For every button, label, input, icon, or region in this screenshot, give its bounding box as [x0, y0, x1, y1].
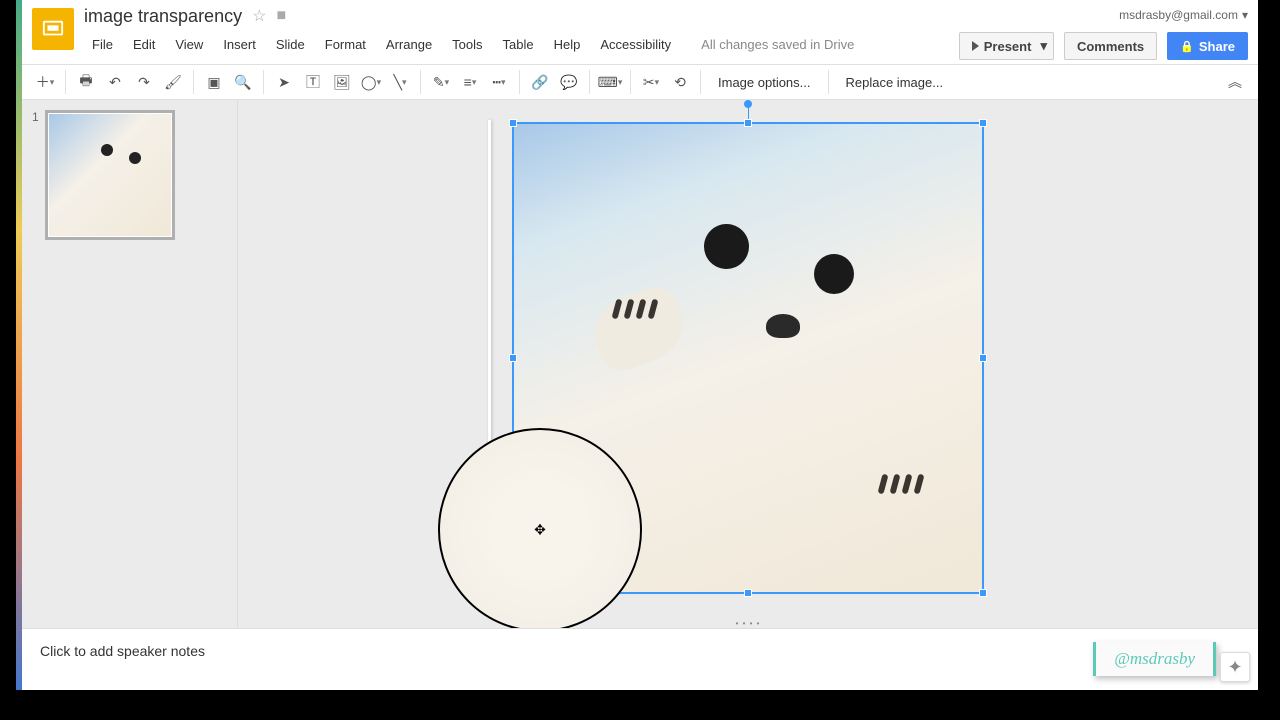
menu-accessibility[interactable]: Accessibility [592, 34, 679, 55]
save-status: All changes saved in Drive [693, 34, 862, 55]
resize-handle-tm[interactable] [744, 119, 752, 127]
account-dropdown-icon: ▾ [1242, 8, 1248, 22]
workspace: 1 [22, 100, 1258, 628]
app-window: image transparency ☆ ■ File Edit View In… [22, 0, 1258, 690]
folder-icon[interactable]: ■ [276, 7, 286, 25]
document-title[interactable]: image transparency [84, 6, 242, 27]
menu-arrange[interactable]: Arrange [378, 34, 440, 55]
menu-view[interactable]: View [167, 34, 211, 55]
present-button[interactable]: Present [959, 32, 1045, 60]
border-color-icon[interactable]: ✎ [428, 69, 454, 95]
resize-handle-tr[interactable] [979, 119, 987, 127]
undo-icon[interactable]: ↶ [102, 69, 128, 95]
share-button[interactable]: Share [1167, 32, 1248, 60]
paint-format-icon[interactable]: 🖌 [160, 69, 186, 95]
image-options-button[interactable]: Image options... [708, 75, 821, 90]
link-icon[interactable]: 🔗 [527, 69, 553, 95]
header: image transparency ☆ ■ File Edit View In… [22, 0, 1258, 60]
menu-slide[interactable]: Slide [268, 34, 313, 55]
resize-handle-ml[interactable] [509, 354, 517, 362]
canvas[interactable]: ✥ • • • • [238, 100, 1258, 628]
replace-image-button[interactable]: Replace image... [836, 75, 954, 90]
star-icon[interactable]: ☆ [252, 6, 266, 26]
resize-handle-br[interactable] [979, 589, 987, 597]
input-tools-icon[interactable]: ⌨ [597, 69, 623, 95]
zoom-fit-icon[interactable]: ▣ [201, 69, 227, 95]
slide-thumb-1[interactable]: 1 [32, 110, 227, 240]
crop-icon[interactable]: ✂ [638, 69, 664, 95]
reset-image-icon[interactable]: ⟲ [667, 69, 693, 95]
menu-edit[interactable]: Edit [125, 34, 163, 55]
comments-button[interactable]: Comments [1064, 32, 1157, 60]
move-cursor-icon: ✥ [534, 522, 546, 539]
toolbar: ＋ 🖶 ↶ ↷ 🖌 ▣ 🔍 ➤ 🅃 🖼 ◯ ╲ ✎ ≡ ┅ 🔗 💬 ⌨ ✂ ⟲ … [22, 64, 1258, 100]
splitter-grip[interactable]: • • • • [736, 619, 761, 628]
explore-button[interactable]: ✦ [1220, 652, 1250, 682]
account-email[interactable]: msdrasby@gmail.com ▾ [1119, 8, 1248, 22]
menu-table[interactable]: Table [495, 34, 542, 55]
new-slide-button[interactable]: ＋ [32, 69, 58, 95]
image-icon[interactable]: 🖼 [329, 69, 355, 95]
resize-handle-bm[interactable] [744, 589, 752, 597]
slides-logo[interactable] [32, 8, 74, 50]
resize-handle-tl[interactable] [509, 119, 517, 127]
border-weight-icon[interactable]: ≡ [457, 69, 483, 95]
watermark: @msdrasby [1093, 642, 1216, 676]
redo-icon[interactable]: ↷ [131, 69, 157, 95]
menu-tools[interactable]: Tools [444, 34, 490, 55]
comment-icon[interactable]: 💬 [556, 69, 582, 95]
menu-bar: File Edit View Insert Slide Format Arran… [84, 34, 959, 55]
resize-handle-mr[interactable] [979, 354, 987, 362]
shape-icon[interactable]: ◯ [358, 69, 384, 95]
border-dash-icon[interactable]: ┅ [486, 69, 512, 95]
speaker-notes[interactable]: Click to add speaker notes [22, 628, 1258, 678]
menu-insert[interactable]: Insert [215, 34, 264, 55]
thumbnail-panel: 1 [22, 100, 238, 628]
line-icon[interactable]: ╲ [387, 69, 413, 95]
collapse-toolbar-icon[interactable]: ︽ [1222, 69, 1248, 95]
present-dropdown[interactable]: ▾ [1034, 32, 1054, 60]
textbox-icon[interactable]: 🅃 [300, 69, 326, 95]
rotate-handle[interactable] [744, 100, 752, 108]
zoom-icon[interactable]: 🔍 [230, 69, 256, 95]
thumb-number: 1 [32, 110, 39, 240]
print-icon[interactable]: 🖶 [73, 69, 99, 95]
magnifier-overlay: ✥ [438, 428, 642, 628]
menu-format[interactable]: Format [317, 34, 374, 55]
menu-help[interactable]: Help [546, 34, 589, 55]
menu-file[interactable]: File [84, 34, 121, 55]
select-tool-icon[interactable]: ➤ [271, 69, 297, 95]
